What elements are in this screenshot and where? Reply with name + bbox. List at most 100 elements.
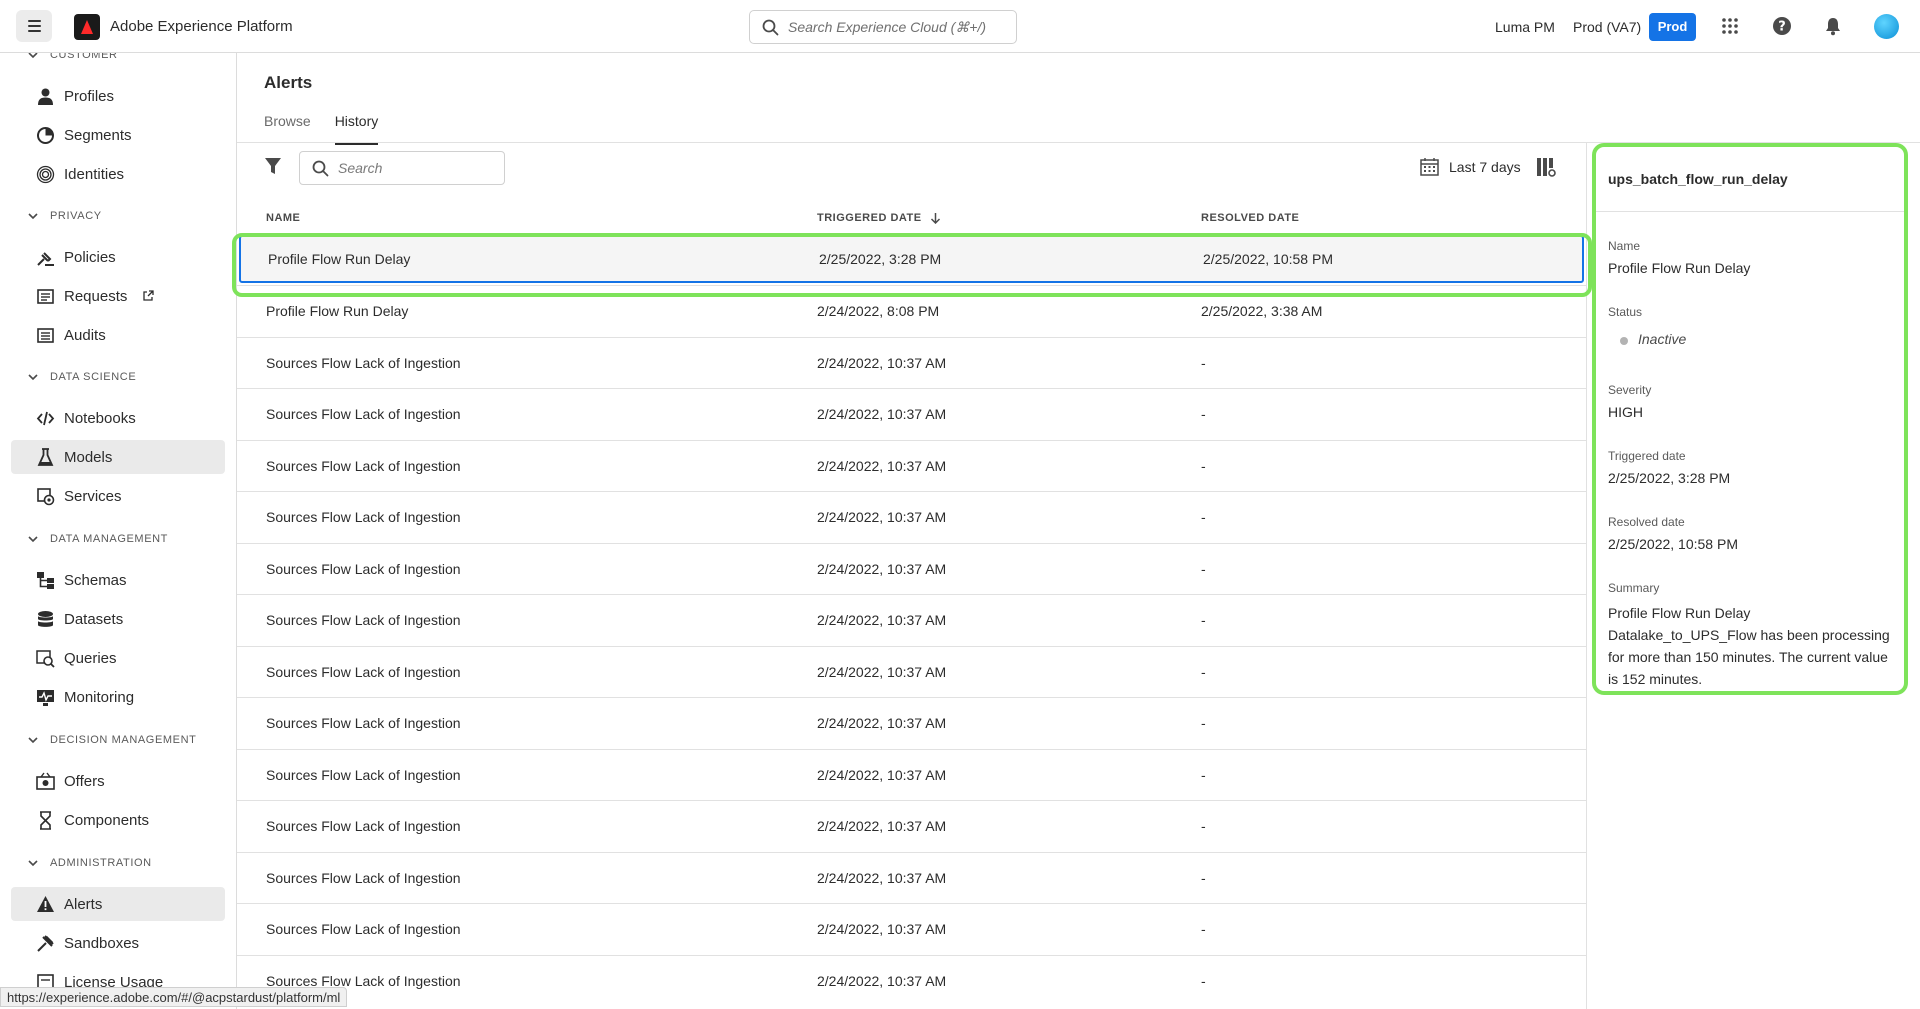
detail-title: ups_batch_flow_run_delay	[1608, 171, 1788, 187]
column-header-triggered[interactable]: TRIGGERED DATE	[817, 212, 941, 224]
detail-status-label: Status	[1608, 305, 1643, 319]
table-row[interactable]: Profile Flow Run Delay 2/25/2022, 3:28 PM…	[239, 235, 1584, 283]
cell-triggered-date: 2/24/2022, 10:37 AM	[817, 663, 947, 680]
tab-browse[interactable]: Browse	[264, 113, 311, 141]
date-range-label: Last 7 days	[1449, 158, 1521, 175]
section-title: PRIVACY	[50, 210, 102, 222]
column-header-resolved[interactable]: RESOLVED DATE	[1201, 212, 1299, 224]
sidebar-item-queries[interactable]: Queries	[11, 641, 225, 675]
queries-icon	[36, 650, 55, 668]
sidebar-item-label: Notebooks	[64, 410, 136, 427]
sidebar-item-label: Policies	[64, 249, 116, 266]
cell-resolved-date: -	[1201, 509, 1206, 525]
section-data-science[interactable]: DATA SCIENCE	[26, 369, 136, 385]
apps-grid-icon[interactable]	[1720, 16, 1740, 36]
flask-icon	[37, 448, 54, 466]
section-privacy[interactable]: PRIVACY	[26, 208, 102, 224]
table-row[interactable]: Sources Flow Lack of Ingestion 2/24/2022,…	[237, 542, 1586, 595]
sidebar-item-components[interactable]: Components	[11, 803, 225, 837]
sidebar-item-requests[interactable]: Requests	[11, 279, 225, 313]
global-search[interactable]	[749, 10, 1017, 44]
search-icon	[762, 19, 779, 36]
column-header-name[interactable]: NAME	[266, 212, 300, 224]
table-row[interactable]: Sources Flow Lack of Ingestion 2/24/2022,…	[237, 594, 1586, 646]
sidebar-item-label: Services	[64, 488, 122, 505]
detail-severity-label: Severity	[1608, 383, 1652, 397]
adobe-logo[interactable]	[74, 14, 100, 40]
org-switcher[interactable]: Luma PM	[1495, 19, 1555, 35]
sidebar-item-notebooks[interactable]: Notebooks	[11, 401, 225, 435]
cell-name: Sources Flow Lack of Ingestion	[266, 818, 461, 834]
cell-resolved-date: -	[1201, 457, 1206, 474]
table-row[interactable]: Sources Flow Lack of Ingestion 2/24/2022,…	[237, 439, 1586, 492]
filter-icon[interactable]	[264, 157, 282, 175]
sidebar-item-label: Segments	[64, 127, 132, 144]
section-customer[interactable]: CUSTOMER	[26, 53, 118, 63]
table-row[interactable]: Sources Flow Lack of Ingestion 2/24/2022,…	[237, 954, 1586, 1007]
cell-resolved-date: 2/25/2022, 10:58 PM	[1203, 251, 1333, 267]
sidebar-item-profiles[interactable]: Profiles	[11, 79, 225, 113]
sidebar-item-policies[interactable]: Policies	[11, 240, 225, 274]
chevron-down-icon	[28, 860, 38, 867]
chevron-down-icon	[28, 737, 38, 744]
sidebar-item-sandboxes[interactable]: Sandboxes	[11, 926, 225, 960]
detail-divider	[1596, 211, 1904, 212]
sidebar-item-label: Sandboxes	[64, 935, 140, 952]
sandbox-switcher[interactable]: Prod (VA7)	[1573, 19, 1641, 35]
section-data-management[interactable]: DATA MANAGEMENT	[26, 531, 168, 547]
detail-summary-value: Profile Flow Run Delay Datalake_to_UPS_F…	[1608, 605, 1890, 687]
external-link-icon	[143, 290, 154, 301]
table-row[interactable]: Sources Flow Lack of Ingestion 2/24/2022,…	[237, 645, 1586, 698]
sidebar-item-offers[interactable]: Offers	[11, 764, 225, 798]
table-row[interactable]: Sources Flow Lack of Ingestion 2/24/2022,…	[237, 748, 1586, 801]
alerts-table: NAME TRIGGERED DATE RESOLVED DATE Profil…	[237, 193, 1586, 1009]
table-row[interactable]: Sources Flow Lack of Ingestion 2/24/2022,…	[237, 491, 1586, 543]
sidebar-item-segments[interactable]: Segments	[11, 118, 225, 152]
table-row[interactable]: Sources Flow Lack of Ingestion 2/24/2022,…	[237, 388, 1586, 440]
user-avatar[interactable]	[1874, 14, 1899, 39]
cell-triggered-date: 2/24/2022, 10:37 AM	[817, 869, 947, 886]
help-icon[interactable]: ?	[1772, 16, 1792, 36]
table-row[interactable]: Profile Flow Run Delay 2/24/2022, 8:08 PM…	[237, 285, 1586, 337]
sidebar-item-label: Offers	[64, 773, 105, 790]
cell-resolved-date: 2/25/2022, 3:38 AM	[1201, 303, 1323, 319]
table-search-input[interactable]	[338, 159, 498, 177]
notification-bell-icon[interactable]	[1823, 16, 1843, 36]
date-range-picker[interactable]: Last 7 days	[1420, 157, 1521, 176]
section-decision-management[interactable]: DECISION MANAGEMENT	[26, 732, 196, 748]
offers-icon	[36, 772, 55, 790]
tab-history[interactable]: History	[334, 113, 378, 145]
table-search[interactable]	[299, 151, 505, 185]
table-row[interactable]: Sources Flow Lack of Ingestion 2/24/2022,…	[237, 697, 1586, 749]
sidebar-item-identities[interactable]: Identities	[11, 157, 225, 191]
table-row[interactable]: Sources Flow Lack of Ingestion 2/24/2022,…	[237, 800, 1586, 852]
alert-detail-panel: ups_batch_flow_run_delay Name Profile Fl…	[1592, 143, 1908, 695]
detail-status-value: Inactive	[1638, 331, 1687, 347]
app-title[interactable]: Adobe Experience Platform	[110, 18, 293, 35]
section-title: DECISION MANAGEMENT	[50, 734, 197, 746]
sidebar-item-label: Datasets	[64, 611, 124, 628]
table-row[interactable]: Sources Flow Lack of Ingestion 2/24/2022,…	[237, 336, 1586, 389]
table-row[interactable]: Sources Flow Lack of Ingestion 2/24/2022,…	[237, 903, 1586, 955]
sidebar-item-audits[interactable]: Audits	[11, 318, 225, 352]
sidebar-item-datasets[interactable]: Datasets	[11, 602, 225, 636]
menu-icon[interactable]	[16, 10, 52, 42]
chevron-down-icon	[28, 374, 38, 381]
cell-triggered-date: 2/24/2022, 10:37 AM	[817, 354, 947, 371]
sidebar-item-schemas[interactable]: Schemas	[11, 563, 225, 597]
detail-resolved-value: 2/25/2022, 10:58 PM	[1608, 536, 1738, 552]
table-row[interactable]: Sources Flow Lack of Ingestion 2/24/2022,…	[237, 851, 1586, 904]
global-search-input[interactable]	[788, 17, 1008, 37]
column-settings-icon[interactable]	[1536, 157, 1556, 177]
sidebar-item-models[interactable]: Models	[11, 440, 225, 474]
section-administration[interactable]: ADMINISTRATION	[26, 855, 152, 871]
env-badge[interactable]: Prod	[1649, 13, 1696, 41]
sidebar-item-alerts[interactable]: Alerts	[11, 887, 225, 921]
cell-triggered-date: 2/25/2022, 3:28 PM	[819, 251, 942, 267]
cell-resolved-date: -	[1201, 818, 1206, 834]
sidebar-item-services[interactable]: Services	[11, 479, 225, 513]
cell-name: Sources Flow Lack of Ingestion	[266, 715, 461, 731]
sidebar-item-monitoring[interactable]: Monitoring	[11, 680, 225, 714]
cell-resolved-date: -	[1201, 663, 1206, 680]
schema-icon	[37, 572, 54, 589]
